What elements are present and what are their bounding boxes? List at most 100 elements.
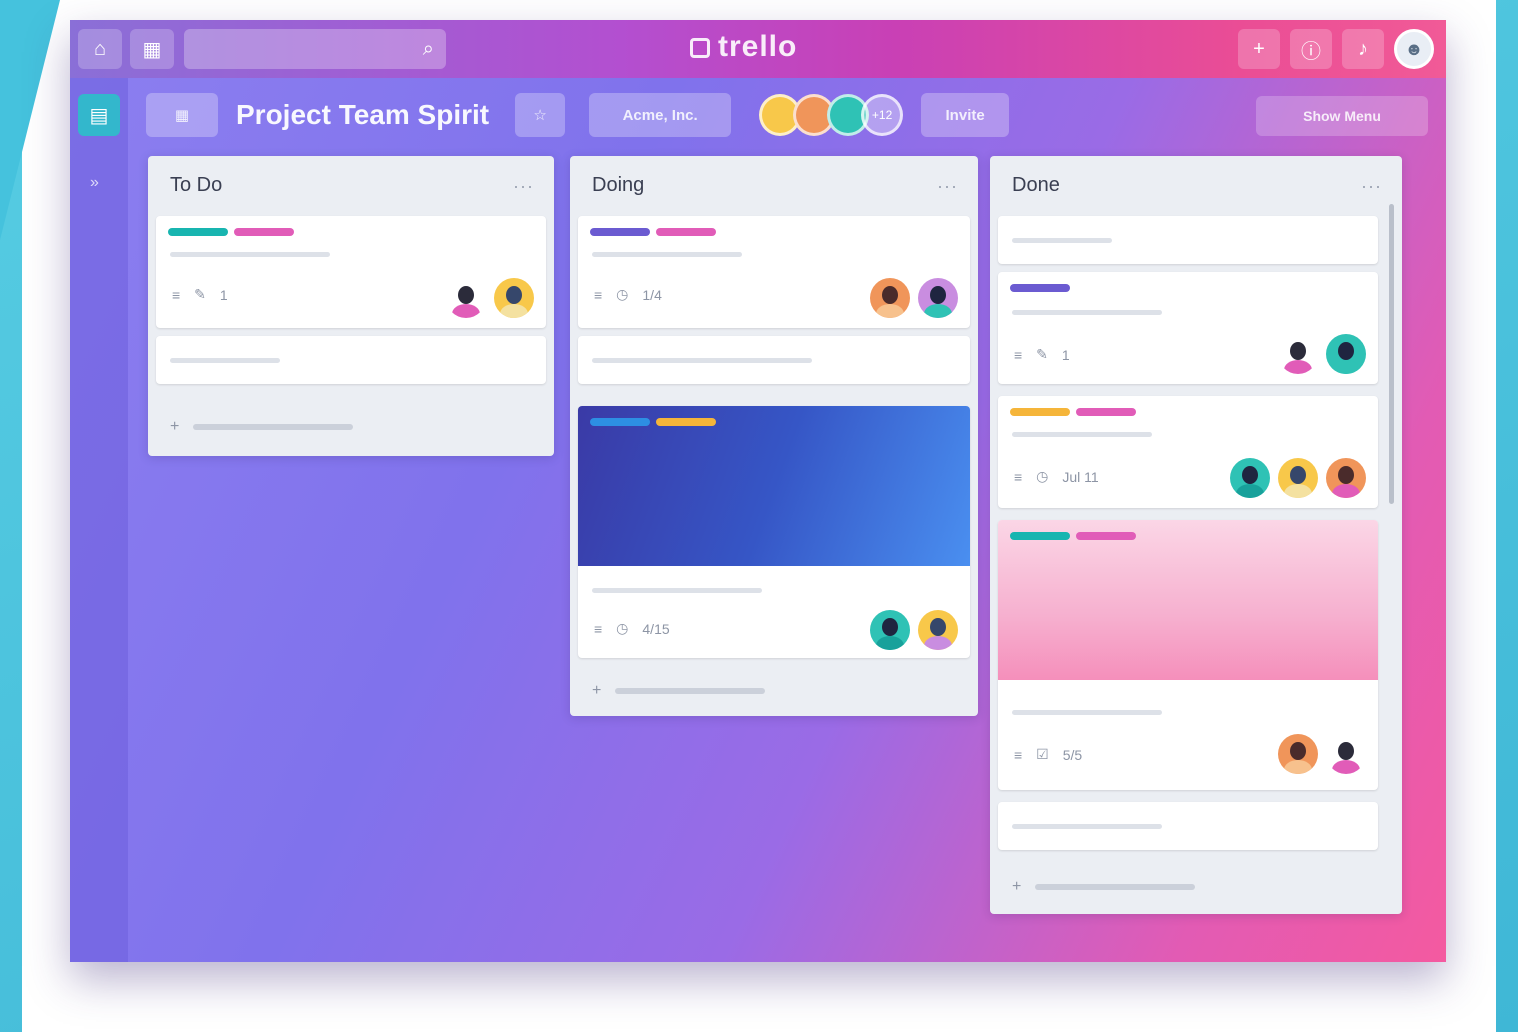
checklist-count: 5/5 xyxy=(1062,746,1083,763)
description-icon: ≡ xyxy=(1014,468,1023,485)
card-member-avatar[interactable] xyxy=(870,278,910,318)
list-menu-icon[interactable]: ··· xyxy=(1361,176,1382,197)
card-member-avatar[interactable] xyxy=(870,610,910,650)
invite-button[interactable]: Invite xyxy=(921,93,1010,137)
card-members xyxy=(446,278,534,318)
card-title-placeholder xyxy=(1012,238,1112,243)
card[interactable]: ≡ ✎ 1 xyxy=(156,216,546,328)
card-members xyxy=(870,610,958,650)
description-icon: ≡ xyxy=(1014,746,1023,763)
info-icon: ⓘ xyxy=(1301,40,1321,63)
card[interactable] xyxy=(156,336,546,384)
card-member-avatar[interactable] xyxy=(1326,334,1366,374)
label-teal[interactable] xyxy=(1010,532,1070,540)
label-pink[interactable] xyxy=(656,228,716,236)
add-card-button[interactable]: + xyxy=(592,682,766,700)
home-button[interactable]: ⌂ xyxy=(78,29,122,69)
show-menu-button[interactable]: Show Menu xyxy=(1256,96,1428,136)
card-title-placeholder xyxy=(170,358,280,363)
list-doing: Doing ··· ≡ ◷ 1/4 ≡ ◷ 4/15 + xyxy=(570,156,978,716)
card-badges: ≡ ☑ 5/5 xyxy=(1014,746,1082,763)
card-member-avatar[interactable] xyxy=(1326,458,1366,498)
user-avatar[interactable]: ☻ xyxy=(1394,29,1434,69)
card-labels xyxy=(1010,284,1070,292)
due-date-icon: ◷ xyxy=(1036,468,1049,484)
list-title[interactable]: Done xyxy=(1012,174,1060,197)
card-cover-image xyxy=(998,520,1378,680)
card[interactable]: ≡ ◷ Jul 11 xyxy=(998,396,1378,508)
card-members xyxy=(1230,458,1366,498)
label-teal[interactable] xyxy=(168,228,228,236)
card[interactable] xyxy=(578,336,970,384)
checklist-icon: ☑ xyxy=(1036,746,1049,762)
board-title[interactable]: Project Team Spirit xyxy=(236,99,489,131)
boards-button[interactable]: ▦ xyxy=(130,29,174,69)
card-labels xyxy=(590,228,716,236)
notifications-button[interactable]: ♪ xyxy=(1342,29,1384,69)
boards-icon: ▦ xyxy=(142,38,162,61)
user-icon: ☻ xyxy=(1404,38,1424,59)
card-cover-image xyxy=(578,406,970,566)
trello-logo-icon xyxy=(690,38,710,58)
card[interactable] xyxy=(998,216,1378,264)
card-member-avatar[interactable] xyxy=(494,278,534,318)
board-members: +12 xyxy=(759,94,904,136)
card-member-avatar[interactable] xyxy=(1278,734,1318,774)
card-member-avatar[interactable] xyxy=(446,278,486,318)
add-card-label xyxy=(193,424,354,430)
label-pink[interactable] xyxy=(1076,532,1136,540)
list-menu-icon[interactable]: ··· xyxy=(513,176,534,197)
team-button[interactable]: Acme, Inc. xyxy=(589,93,732,137)
card-title-placeholder xyxy=(1012,710,1162,715)
label-pink[interactable] xyxy=(234,228,294,236)
star-button[interactable]: ☆ xyxy=(515,93,566,137)
search-input[interactable]: ⌕ xyxy=(184,29,446,69)
label-blue[interactable] xyxy=(590,418,650,426)
list-scrollbar[interactable] xyxy=(1389,204,1394,504)
card-members xyxy=(870,278,958,318)
add-card-label xyxy=(615,688,766,694)
attachment-count: 1 xyxy=(1061,346,1070,363)
top-right-actions: + ⓘ ♪ ☻ xyxy=(1238,29,1434,69)
list-title[interactable]: To Do xyxy=(170,174,222,197)
due-date-icon: ◷ xyxy=(616,620,629,636)
label-yellow[interactable] xyxy=(1010,408,1070,416)
list-title[interactable]: Doing xyxy=(592,174,644,197)
add-card-button[interactable]: + xyxy=(170,418,354,436)
card-member-avatar[interactable] xyxy=(1230,458,1270,498)
card-badges: ≡ ◷ 4/15 xyxy=(594,620,670,637)
card[interactable]: ≡ ◷ 1/4 xyxy=(578,216,970,328)
create-button[interactable]: + xyxy=(1238,29,1280,69)
label-purple[interactable] xyxy=(590,228,650,236)
card-with-cover[interactable]: ≡ ◷ 4/15 xyxy=(578,406,970,658)
card-member-avatar[interactable] xyxy=(918,610,958,650)
card[interactable] xyxy=(998,802,1378,850)
card-title-placeholder xyxy=(1012,310,1162,315)
trello-logo[interactable]: trello xyxy=(690,30,797,64)
label-purple[interactable] xyxy=(1010,284,1070,292)
card-member-avatar[interactable] xyxy=(1326,734,1366,774)
card-labels xyxy=(1010,408,1136,416)
card-member-avatar[interactable] xyxy=(1278,458,1318,498)
more-members-badge[interactable]: +12 xyxy=(861,94,904,136)
label-yellow[interactable] xyxy=(656,418,716,426)
card-title-placeholder xyxy=(592,252,742,257)
due-date: 4/15 xyxy=(642,620,670,637)
card-with-cover[interactable]: ≡ ☑ 5/5 xyxy=(998,520,1378,790)
list-menu-icon[interactable]: ··· xyxy=(937,176,958,197)
board-view-icon: ▦ xyxy=(174,107,190,124)
list-done: Done ··· ≡ ✎ 1 ≡ ◷ Jul 11 ≡ ☑ 5/5 + xyxy=(990,156,1402,914)
card[interactable]: ≡ ✎ 1 xyxy=(998,272,1378,384)
label-pink[interactable] xyxy=(1076,408,1136,416)
info-button[interactable]: ⓘ xyxy=(1290,29,1332,69)
card-member-avatar[interactable] xyxy=(918,278,958,318)
card-member-avatar[interactable] xyxy=(1278,334,1318,374)
add-card-button[interactable]: + xyxy=(1012,878,1196,896)
home-icon: ⌂ xyxy=(93,37,107,60)
board-icon: ▤ xyxy=(89,104,109,127)
sidebar-board-button[interactable]: ▤ xyxy=(78,94,120,136)
sidebar: ▤ » xyxy=(70,78,128,962)
sidebar-expand-icon[interactable]: » xyxy=(90,174,99,192)
plus-icon: + xyxy=(1012,878,1022,895)
board-view-button[interactable]: ▦ xyxy=(146,93,218,137)
